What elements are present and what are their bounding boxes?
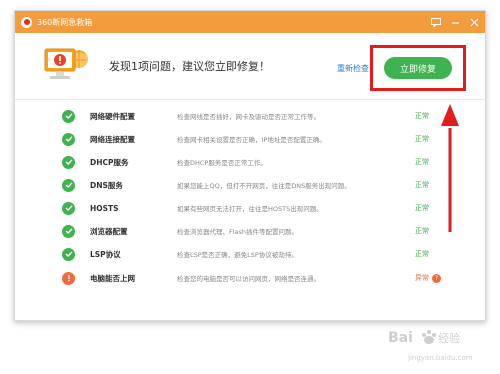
check-ok-icon [62, 224, 75, 238]
result-banner: 发现1项问题，建议您立即修复！ 重新检查 立即修复 [15, 33, 485, 100]
check-status: 正常 [415, 227, 429, 235]
app-window: 360断网急救箱 发现1项问题，建议您立即修复！ 重新检查 立即修复 网络硬件配… [14, 10, 486, 321]
check-row: 网络硬件配置 检查网线是否插好，网卡及驱动是否正常工作等。 正常 [15, 105, 485, 127]
check-description: 检查网卡相关设置是否正确，IP地址是否配置正确。 [177, 136, 326, 144]
svg-text:经验: 经验 [438, 331, 460, 345]
check-status: 正常 [415, 204, 429, 212]
window-controls [431, 11, 479, 33]
check-row: HOSTS 如果有些网页无法打开，往往是HOSTS出现问题。 正常 [15, 197, 485, 219]
check-ok-icon [62, 201, 75, 215]
check-status: 正常 [415, 135, 429, 143]
check-description: 检查LSP是否正确，避免LSP协议被劫持。 [177, 251, 298, 259]
check-row: LSP协议 检查LSP是否正确，避免LSP协议被劫持。 正常 [15, 243, 485, 265]
check-description: 检查网线是否插好，网卡及驱动是否正常工作等。 [177, 113, 320, 121]
check-name: HOSTS [90, 203, 119, 213]
check-description: 如果您能上QQ，但打不开网页，往往是DNS服务出现问题。 [177, 182, 351, 190]
check-name: 浏览器配置 [90, 226, 128, 236]
error-alert-icon [62, 271, 75, 285]
check-row: DNS服务 如果您能上QQ，但打不开网页，往往是DNS服务出现问题。 正常 [15, 174, 485, 196]
check-name: DNS服务 [90, 180, 123, 190]
check-ok-icon [62, 109, 75, 123]
check-description: 检查您的电脑是否可以访问网页，网络是否连通。 [177, 275, 320, 283]
check-name: 电脑能否上网 [90, 273, 135, 283]
banner-message: 发现1项问题，建议您立即修复！ [109, 60, 270, 73]
recheck-link[interactable]: 重新检查 [337, 63, 369, 74]
check-description: 如果有些网页无法打开，往往是HOSTS出现问题。 [177, 205, 323, 213]
computer-warning-icon [43, 45, 91, 87]
check-description: 检查DHCP服务是否正常工作。 [177, 159, 267, 167]
watermark-url: jingyan.baidu.com [408, 354, 473, 362]
check-description: 检查浏览器代理、Flash插件等配置问题。 [177, 228, 299, 236]
baidu-jingyan-watermark: Bai 经验 jingyan.baidu.com [388, 326, 488, 366]
check-name: LSP协议 [90, 249, 121, 259]
check-row: 浏览器配置 检查浏览器代理、Flash插件等配置问题。 正常 [15, 220, 485, 242]
fix-now-button[interactable]: 立即修复 [384, 57, 452, 79]
app-logo-icon [21, 16, 32, 28]
baidu-logo-icon: Bai 经验 [388, 330, 460, 346]
check-status: 正常 [415, 158, 429, 166]
check-ok-icon [62, 132, 75, 146]
check-status: 正常 [415, 112, 429, 120]
check-ok-icon [62, 155, 75, 169]
check-name: 网络连接配置 [90, 134, 135, 144]
title-bar: 360断网急救箱 [15, 11, 485, 33]
check-ok-icon [62, 178, 75, 192]
window-title: 360断网急救箱 [37, 17, 93, 27]
check-row: 网络连接配置 检查网卡相关设置是否正确，IP地址是否配置正确。 正常 [15, 128, 485, 150]
check-status: 正常 [415, 181, 429, 189]
feedback-icon[interactable] [431, 17, 441, 27]
check-row: DHCP服务 检查DHCP服务是否正常工作。 正常 [15, 151, 485, 173]
check-status: 异常 [415, 274, 429, 282]
check-row: 电脑能否上网 检查您的电脑是否可以访问网页，网络是否连通。 异常? [15, 267, 485, 289]
svg-text:Bai: Bai [388, 330, 413, 346]
help-question-icon[interactable]: ? [432, 273, 441, 283]
minimize-icon[interactable] [450, 17, 460, 27]
close-icon[interactable] [469, 17, 479, 27]
annotation-highlight-box: 立即修复 [370, 45, 466, 91]
check-name: DHCP服务 [90, 157, 129, 167]
check-ok-icon [62, 247, 75, 261]
check-status: 正常 [415, 250, 429, 258]
check-name: 网络硬件配置 [90, 111, 135, 121]
